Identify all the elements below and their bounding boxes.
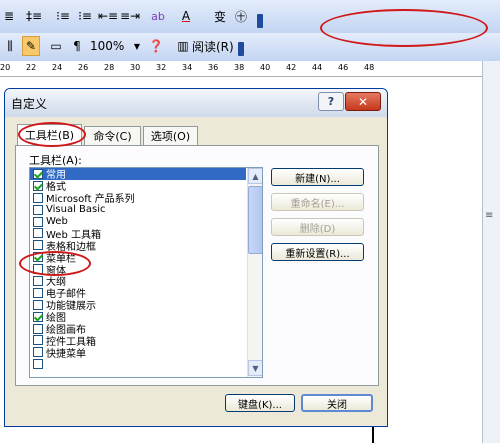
chevron-down-icon[interactable]: ▼ <box>132 36 142 56</box>
ruler-tick-label: 28 <box>104 63 115 72</box>
list-item[interactable]: 快捷菜单 <box>30 346 246 360</box>
checkbox[interactable] <box>33 192 43 203</box>
scroll-thumb[interactable] <box>248 186 262 254</box>
enclose-character-icon[interactable]: ㊉ <box>232 6 250 26</box>
rename-button[interactable]: 重命名(E)... <box>271 193 364 211</box>
read-layout-icon[interactable]: ▥ <box>176 36 190 56</box>
numbering-icon[interactable]: ⁝≡ <box>54 6 72 26</box>
checkbox[interactable] <box>33 287 43 298</box>
ruler-tick-label: 42 <box>286 63 297 72</box>
tab-options[interactable]: 选项(O) <box>143 126 198 145</box>
list-item-label: Microsoft 产品系列 <box>46 194 135 206</box>
scroll-up-icon[interactable]: ▲ <box>248 168 262 184</box>
keyboard-button[interactable]: 键盘(K)... <box>225 394 295 412</box>
help-icon[interactable]: ❓ <box>148 36 164 56</box>
dialog-titlebar[interactable]: 自定义 ? ✕ <box>5 89 387 117</box>
annotation-ellipse <box>18 122 86 147</box>
drawing-icon[interactable]: ✎ <box>22 36 40 56</box>
ruler-tick-label: 34 <box>182 63 193 72</box>
annotation-ellipse <box>320 9 488 47</box>
checkbox[interactable] <box>33 323 43 334</box>
ruler-tick-label: 24 <box>52 63 63 72</box>
ruler-tick-label: 20 <box>0 63 11 72</box>
checkbox[interactable] <box>33 228 43 239</box>
increase-indent-icon[interactable]: ≡⇥ <box>120 6 140 26</box>
horizontal-ruler: 20 22 24 26 28 30 32 34 36 38 40 42 44 46 48 <box>0 61 482 77</box>
checkbox[interactable] <box>33 240 43 251</box>
help-button[interactable]: ? <box>318 92 344 111</box>
checkbox[interactable] <box>33 347 43 358</box>
vertical-scrollbar[interactable]: ≡ <box>482 61 500 443</box>
checkbox[interactable] <box>33 359 43 370</box>
ruler-tick-label: 36 <box>208 63 219 72</box>
show-hide-icon[interactable]: ¶ <box>70 36 84 56</box>
document-map-icon[interactable]: ▭ <box>48 36 64 56</box>
checkbox[interactable] <box>33 180 43 191</box>
close-icon[interactable]: ✕ <box>345 92 381 111</box>
ruler-tick-label: 26 <box>78 63 89 72</box>
ruler-tick-label: 44 <box>312 63 323 72</box>
dialog-title: 自定义 <box>11 97 48 111</box>
ruler-tick-label: 30 <box>130 63 141 72</box>
ruler-tick-label: 32 <box>156 63 167 72</box>
phonetic-guide-icon[interactable]: 变 <box>212 6 228 26</box>
checkbox[interactable] <box>33 275 43 286</box>
highlight-icon[interactable]: ab <box>148 6 168 26</box>
list-item[interactable]: Visual Basic <box>30 204 246 216</box>
list-scrollbar[interactable]: ▲ ▼ <box>247 168 262 377</box>
checkbox[interactable] <box>33 204 43 215</box>
toolbar-options-icon[interactable] <box>257 14 263 28</box>
toolbar-options-icon[interactable] <box>238 42 244 56</box>
checkbox[interactable] <box>33 335 43 346</box>
list-item-label: 快捷菜单 <box>46 348 86 360</box>
list-item-label: Visual Basic <box>46 204 106 216</box>
annotation-ellipse <box>19 251 91 276</box>
decrease-indent-icon[interactable]: ⇤≡ <box>98 6 118 26</box>
scroll-grip-icon: ≡ <box>485 210 494 221</box>
tab-commands[interactable]: 命令(C) <box>84 126 141 145</box>
scroll-down-icon[interactable]: ▼ <box>248 360 262 376</box>
checkbox[interactable] <box>33 216 43 227</box>
new-toolbar-button[interactable]: 新建(N)... <box>271 168 364 186</box>
columns-icon[interactable]: ⫼ <box>2 36 18 56</box>
toolbars-list-label: 工具栏(A): <box>29 154 82 167</box>
zoom-value[interactable]: 100% <box>90 36 128 56</box>
ruler-tick-label: 40 <box>260 63 271 72</box>
checkbox[interactable] <box>33 299 43 310</box>
customize-dialog: 自定义 ? ✕ 工具栏(B) 命令(C) 选项(O) 工具栏(A): 常用 格式 M… <box>4 88 388 427</box>
checkbox[interactable] <box>33 168 43 179</box>
delete-button[interactable]: 删除(D) <box>271 218 364 236</box>
font-color-icon[interactable]: A <box>178 6 194 26</box>
list-item[interactable] <box>30 358 246 370</box>
ruler-tick-label: 38 <box>234 63 245 72</box>
bullets-icon[interactable]: ⁝≡ <box>76 6 94 26</box>
close-button[interactable]: 关闭 <box>301 394 373 412</box>
ruler-tick-label: 48 <box>364 63 375 72</box>
line-spacing-icon[interactable]: ‡≡ <box>22 6 46 26</box>
ruler-tick-label: 46 <box>338 63 349 72</box>
ruler-tick-label: 22 <box>26 63 37 72</box>
list-item[interactable]: Microsoft 产品系列 <box>30 192 246 206</box>
checkbox[interactable] <box>33 311 43 322</box>
align-justify-icon[interactable]: ≣ <box>2 6 16 26</box>
reset-button[interactable]: 重新设置(R)... <box>271 243 364 261</box>
